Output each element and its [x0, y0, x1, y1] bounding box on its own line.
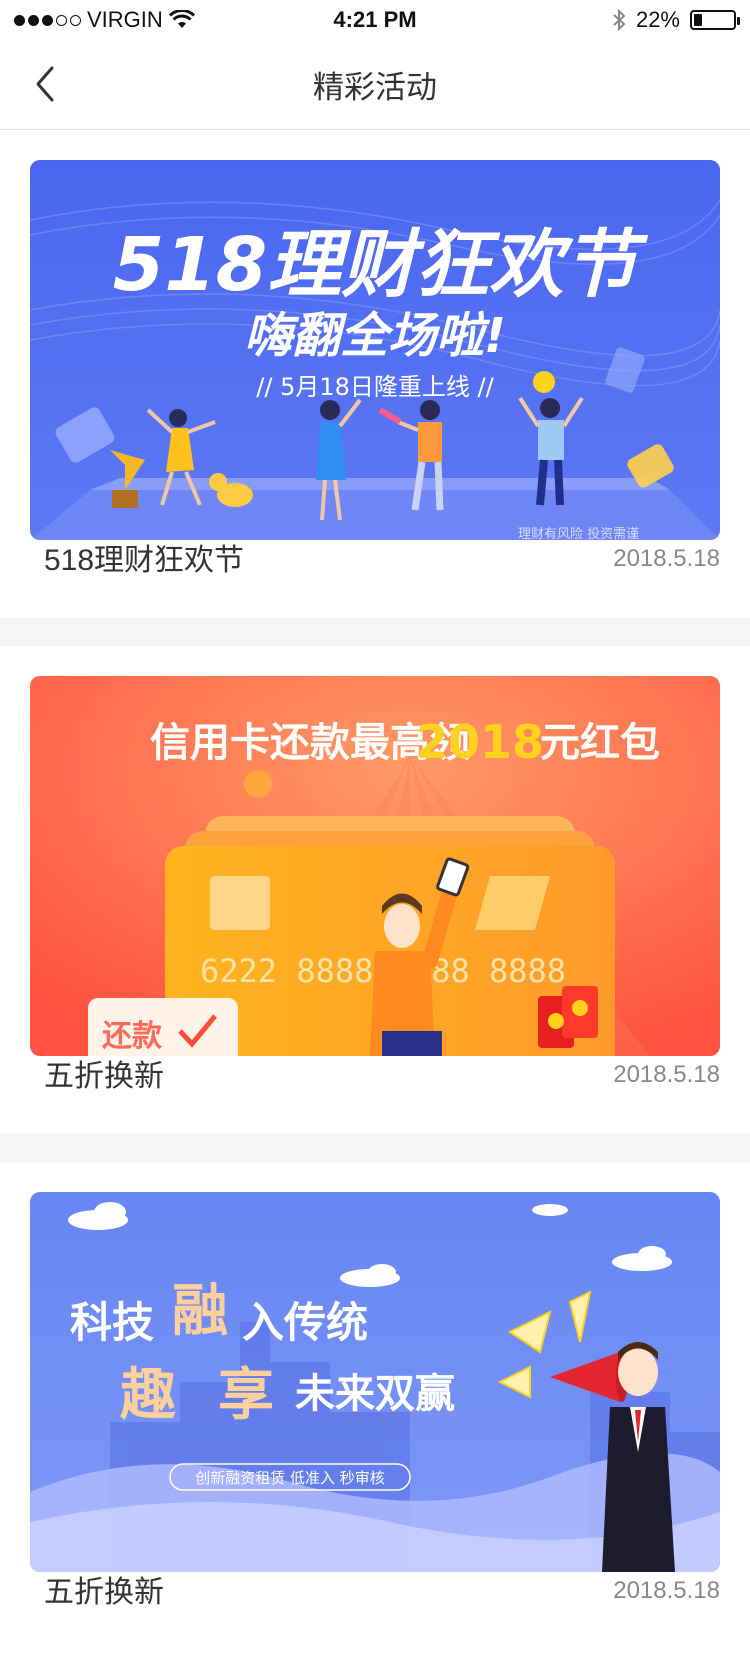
slogan-line2-a: 趣 [120, 1363, 176, 1428]
slogan-line2-c: 未来双赢 [295, 1371, 455, 1417]
banner-headline-suffix: 元红包 [540, 720, 660, 766]
activity-banner-518[interactable]: 518理财狂欢节 嗨翻全场啦! // 5月18日隆重上线 // 理财有风险 投资… [30, 160, 720, 540]
carrier-label: VIRGIN [87, 7, 163, 32]
battery-percent: 22% [635, 7, 680, 32]
bluetooth-icon [613, 8, 626, 32]
back-arrow-icon[interactable] [28, 62, 68, 106]
banner-headline: 518理财狂欢节 [113, 222, 648, 308]
feature-tags: 创新融资租赁 低准入 秒审核 [195, 1469, 385, 1487]
repayment-receipt-illustration: 还款 [88, 998, 238, 1056]
activity-date: 2018.5.18 [613, 545, 720, 572]
slogan-line1-b: 融 [172, 1279, 228, 1344]
activity-card-1[interactable]: 518理财狂欢节 嗨翻全场啦! // 5月18日隆重上线 // 理财有风险 投资… [0, 130, 750, 618]
signal-strength-icon [14, 14, 81, 26]
page-title: 精彩活动 [313, 70, 437, 105]
activity-title[interactable]: 五折换新 [44, 1567, 164, 1611]
slogan-line1-a: 科技 [70, 1298, 154, 1347]
status-left: VIRGIN [14, 7, 195, 33]
activity-title[interactable]: 五折换新 [44, 1051, 164, 1095]
status-right: 22% [612, 7, 740, 33]
wifi-icon [168, 10, 195, 28]
activity-banner-credit-card[interactable]: 信用卡还款最高领 2018 元红包 6222 8888 8888 8888 还款 [30, 676, 720, 1056]
battery-icon [690, 10, 740, 30]
banner-subline: 嗨翻全场啦! [244, 308, 506, 364]
activity-card-3[interactable]: 科技 融 入传统 趣 享 未来双赢 创新融资租赁 低准入 秒审核 五折换新 20… [0, 1162, 750, 1658]
battery-level [694, 14, 703, 26]
banner-headline-amount: 2018 [416, 715, 544, 769]
slogan-line1-c: 入传统 [242, 1298, 368, 1347]
risk-disclaimer: 理财有风险 投资需谨 [518, 526, 639, 540]
banner-tagline: // 5月18日隆重上线 // [256, 373, 494, 401]
activity-date: 2018.5.18 [613, 1577, 720, 1604]
activity-card-2[interactable]: 信用卡还款最高领 2018 元红包 6222 8888 8888 8888 还款… [0, 646, 750, 1134]
activity-banner-leasing[interactable]: 科技 融 入传统 趣 享 未来双赢 创新融资租赁 低准入 秒审核 [30, 1192, 720, 1572]
activity-date: 2018.5.18 [613, 1061, 720, 1088]
slogan-line2-b: 享 [218, 1363, 274, 1428]
activity-title[interactable]: 518理财狂欢节 [44, 535, 244, 579]
status-bar: VIRGIN 4:21 PM 22% [0, 0, 750, 40]
receipt-label: 还款 [102, 1019, 163, 1054]
navigation-bar: 精彩活动 [0, 40, 750, 130]
